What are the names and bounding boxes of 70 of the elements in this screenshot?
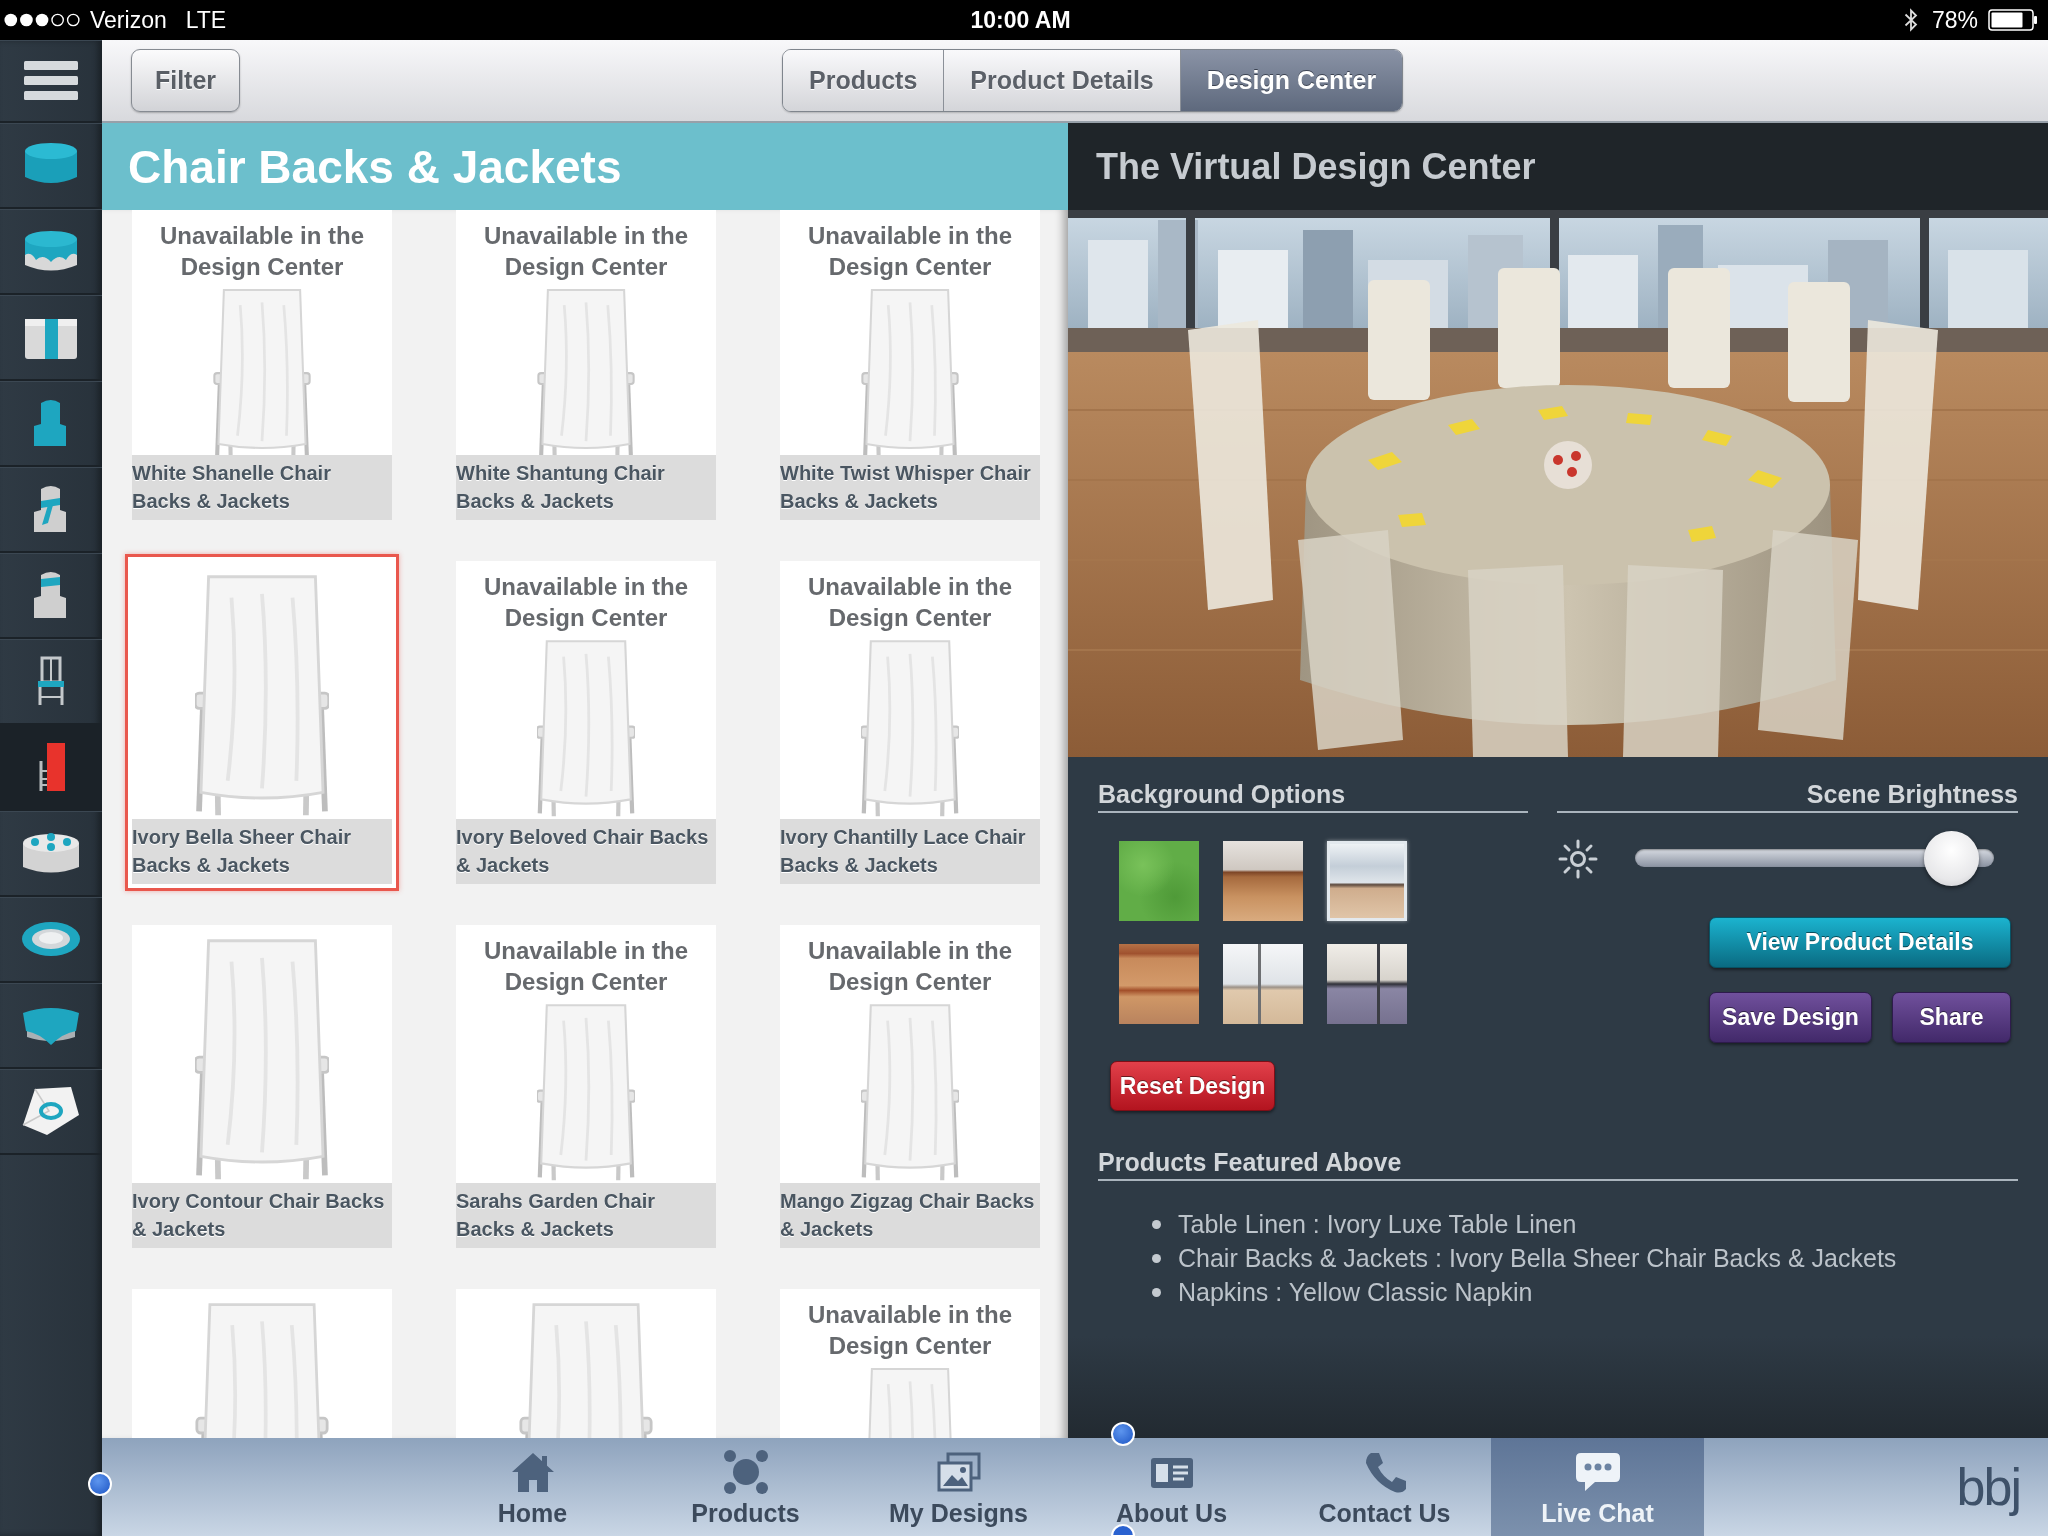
unavailable-notice: Unavailable in the Design Center [482, 221, 690, 282]
product-name: White Shanelle Chair Backs & Jackets [132, 455, 392, 520]
design-center-title: The Virtual Design Center [1096, 145, 1536, 188]
category-button[interactable] [0, 123, 102, 209]
view-product-details-button[interactable]: View Product Details [1709, 917, 2011, 968]
bullet-icon [1152, 1219, 1161, 1229]
section-title: Background Options [1098, 779, 1528, 813]
category-button[interactable] [0, 1069, 102, 1155]
battery-icon [1988, 9, 2038, 31]
product-name: Sarahs Garden Chair Backs & Jackets [456, 1183, 716, 1248]
product-card[interactable]: Ivory Bella Sheer Chair Backs & Jackets [125, 554, 399, 891]
unavailable-notice: Unavailable in the Design Center [158, 221, 366, 282]
category-button[interactable] [0, 897, 102, 983]
nav-tab[interactable]: Contact Us [1278, 1438, 1491, 1536]
section-title: Scene Brightness [1557, 779, 2018, 813]
category-title: Chair Backs & Jackets [128, 139, 622, 194]
product-name: Ivory Bella Sheer Chair Backs & Jackets [132, 819, 392, 884]
unavailable-notice: Unavailable in the Design Center [482, 572, 690, 633]
segment-tab[interactable]: Product Details [943, 50, 1180, 111]
status-time: 10:00 AM [970, 6, 1071, 34]
nav-tab[interactable]: Products [639, 1438, 852, 1536]
unavailable-notice: Unavailable in the Design Center [806, 936, 1014, 997]
featured-product: Table Linen : Ivory Luxe Table Linen [1178, 1209, 1577, 1239]
touch-point-icon [1111, 1524, 1135, 1536]
nav-tab[interactable]: Live Chat [1491, 1438, 1704, 1536]
save-design-button[interactable]: Save Design [1709, 992, 1872, 1043]
menu-button[interactable] [0, 40, 102, 123]
menu-icon [24, 60, 78, 101]
unavailable-notice: Unavailable in the Design Center [806, 572, 1014, 633]
unavailable-notice: Unavailable in the Design Center [806, 1300, 1014, 1361]
dusk-window-thumbnail[interactable] [1327, 944, 1407, 1024]
product-name: Ivory Beloved Chair Backs & Jackets [456, 819, 716, 884]
category-button[interactable] [0, 295, 102, 381]
product-name: Ivory Contour Chair Backs & Jackets [132, 1183, 392, 1248]
carrier-name: Verizon [90, 6, 167, 34]
featured-product: Chair Backs & Jackets : Ivory Bella Sheer Chair Backs & Jackets [1178, 1243, 1897, 1273]
bullet-icon [1152, 1253, 1161, 1263]
product-name: White Twist Whisper Chair Backs & Jackets [780, 455, 1040, 520]
category-button[interactable] [0, 811, 102, 897]
grass-thumbnail[interactable] [1119, 841, 1199, 921]
sun-icon [1558, 838, 1598, 879]
wood-floor-thumbnail[interactable] [1223, 841, 1303, 921]
brightness-slider[interactable] [1635, 831, 1994, 886]
slider-thumb[interactable] [1923, 831, 1979, 886]
segment-tab[interactable]: Design Center [1179, 50, 1403, 111]
category-button[interactable] [0, 983, 102, 1069]
filter-button[interactable]: Filter [131, 49, 240, 112]
table-chairs-icon [721, 1450, 770, 1494]
featured-product: Napkins : Yellow Classic Napkin [1178, 1277, 1533, 1307]
segment-tab[interactable]: Products [783, 50, 944, 111]
product-name: White Shantung Chair Backs & Jackets [456, 455, 716, 520]
window-floor-thumbnail[interactable] [1223, 944, 1303, 1024]
bullet-icon [1152, 1287, 1161, 1297]
battery-percent: 78% [1931, 6, 1978, 34]
product-name: Ivory Chantilly Lace Chair Backs & Jackets [780, 819, 1040, 884]
chat-bubble-icon [1573, 1450, 1622, 1494]
network-type: LTE [185, 6, 227, 34]
brand-logo: bbj [1956, 1457, 2020, 1517]
wood-panel-thumbnail[interactable] [1119, 944, 1199, 1024]
unavailable-notice: Unavailable in the Design Center [806, 221, 1014, 282]
category-button[interactable] [0, 209, 102, 295]
section-title: Products Featured Above [1098, 1147, 2018, 1181]
bluetooth-icon [1903, 8, 1918, 32]
nav-tab[interactable]: My Designs [852, 1438, 1065, 1536]
unavailable-notice: Unavailable in the Design Center [482, 936, 690, 997]
nav-tab[interactable]: Home [426, 1438, 639, 1536]
reset-design-button[interactable]: Reset Design [1110, 1061, 1275, 1111]
city-window-thumbnail[interactable] [1327, 841, 1407, 921]
product-name: Mango Zigzag Chair Backs & Jackets [780, 1183, 1040, 1248]
share-button[interactable]: Share [1892, 992, 2011, 1043]
